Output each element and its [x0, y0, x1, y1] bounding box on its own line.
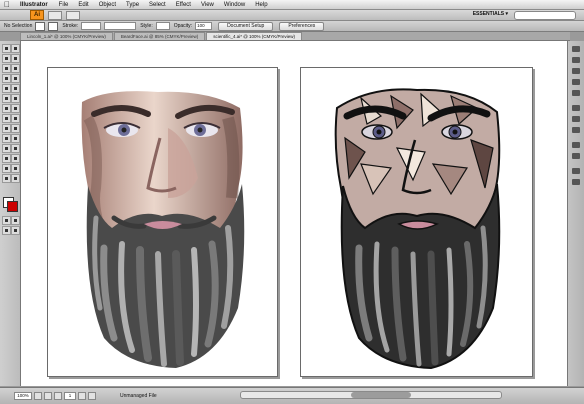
- layers-panel-icon[interactable]: [572, 168, 580, 174]
- panel-dock: [567, 41, 584, 386]
- tab-lincoln[interactable]: Lincoln_1.ai* @ 100% (CMYK/Preview): [20, 32, 113, 40]
- document-canvas[interactable]: [21, 41, 567, 386]
- style-label: Style:: [140, 23, 153, 29]
- document-tabs: Lincoln_1.ai* @ 100% (CMYK/Preview) Bear…: [20, 32, 570, 41]
- direct-selection-tool-icon[interactable]: [11, 44, 20, 53]
- menu-file[interactable]: File: [54, 2, 74, 8]
- preferences-button[interactable]: Preferences: [279, 21, 325, 31]
- arrange-documents-button[interactable]: [66, 10, 80, 20]
- apple-icon[interactable]: : [0, 0, 14, 9]
- stroke-label: Stroke:: [62, 23, 79, 29]
- selection-status: No Selection: [4, 23, 33, 29]
- zoom-menu-chevron-down-icon[interactable]: [34, 392, 42, 400]
- paintbrush-tool-icon[interactable]: [2, 84, 11, 93]
- line-tool-icon[interactable]: [2, 74, 11, 83]
- menu-bar:  Illustrator File Edit Object Type Sele…: [0, 0, 584, 10]
- graphic-styles-icon[interactable]: [572, 153, 580, 159]
- menu-window[interactable]: Window: [219, 2, 250, 8]
- pen-tool-icon[interactable]: [2, 64, 11, 73]
- gradient-mode-icon[interactable]: [11, 216, 20, 225]
- live-paint-tool-icon[interactable]: [2, 154, 11, 163]
- graph-tool-icon[interactable]: [11, 124, 20, 133]
- blob-brush-tool-icon[interactable]: [2, 94, 11, 103]
- artboard-tool-icon[interactable]: [2, 164, 11, 173]
- menu-view[interactable]: View: [196, 2, 219, 8]
- menu-effect[interactable]: Effect: [171, 2, 196, 8]
- color-mode-icon[interactable]: [2, 216, 11, 225]
- pencil-tool-icon[interactable]: [11, 84, 20, 93]
- tab-beardface[interactable]: BeardFace.ai @ 85% (CMYK/Preview): [113, 32, 206, 40]
- brushes-panel-icon[interactable]: [572, 79, 580, 85]
- color-guide-icon[interactable]: [572, 57, 580, 63]
- selection-tool-icon[interactable]: [2, 44, 11, 53]
- control-bar: No Selection Stroke: Style: Opacity: 100…: [0, 21, 584, 32]
- opacity-field[interactable]: 100: [195, 22, 213, 30]
- stroke-weight-field[interactable]: [81, 22, 102, 30]
- status-info[interactable]: Unmanaged File: [120, 393, 157, 399]
- appearance-panel-icon[interactable]: [572, 142, 580, 148]
- color-panel-icon[interactable]: [572, 46, 580, 52]
- artboards-panel-icon[interactable]: [572, 179, 580, 185]
- illustrator-logo: Ai: [30, 10, 44, 20]
- search-input[interactable]: [514, 11, 576, 20]
- swatches-panel-icon[interactable]: [572, 68, 580, 74]
- tools-panel: [0, 41, 21, 386]
- previous-artboard-button[interactable]: [54, 392, 62, 400]
- magic-wand-tool-icon[interactable]: [2, 54, 11, 63]
- artboard-left[interactable]: [47, 67, 278, 377]
- fill-swatch[interactable]: [35, 21, 46, 31]
- first-artboard-button[interactable]: [44, 392, 52, 400]
- next-artboard-button[interactable]: [78, 392, 86, 400]
- live-paint-selection-tool-icon[interactable]: [11, 154, 20, 163]
- mesh-tool-icon[interactable]: [2, 134, 11, 143]
- free-transform-tool-icon[interactable]: [11, 114, 20, 123]
- lasso-tool-icon[interactable]: [11, 54, 20, 63]
- last-artboard-button[interactable]: [88, 392, 96, 400]
- warp-tool-icon[interactable]: [2, 114, 11, 123]
- stroke-panel-icon[interactable]: [572, 105, 580, 111]
- symbols-panel-icon[interactable]: [572, 90, 580, 96]
- slice-tool-icon[interactable]: [11, 164, 20, 173]
- menu-help[interactable]: Help: [250, 2, 272, 8]
- menu-object[interactable]: Object: [94, 2, 121, 8]
- workspace-switcher[interactable]: ESSENTIALS ▾: [473, 11, 508, 17]
- horizontal-scrollbar[interactable]: [240, 391, 502, 399]
- painted-face-color: [81, 91, 245, 368]
- style-field[interactable]: [155, 22, 170, 30]
- gradient-tool-icon[interactable]: [11, 134, 20, 143]
- opacity-label: Opacity:: [173, 23, 193, 29]
- menu-select[interactable]: Select: [144, 2, 171, 8]
- painted-face-outlined: [334, 88, 501, 370]
- menu-edit[interactable]: Edit: [73, 2, 93, 8]
- screen-mode-icon[interactable]: [11, 226, 20, 235]
- stroke-swatch[interactable]: [48, 21, 59, 31]
- draw-normal-icon[interactable]: [2, 226, 11, 235]
- brush-definition-field[interactable]: [104, 22, 137, 30]
- hand-tool-icon[interactable]: [2, 174, 11, 183]
- rectangle-tool-icon[interactable]: [11, 74, 20, 83]
- document-setup-button[interactable]: Document Setup: [218, 21, 274, 31]
- transparency-panel-icon[interactable]: [572, 127, 580, 133]
- application-bar: Ai ESSENTIALS ▾: [0, 10, 584, 21]
- type-tool-icon[interactable]: [11, 64, 20, 73]
- scrollbar-thumb[interactable]: [351, 392, 411, 398]
- zoom-tool-icon[interactable]: [11, 174, 20, 183]
- gradient-panel-icon[interactable]: [572, 116, 580, 122]
- menu-app-name[interactable]: Illustrator: [14, 2, 54, 8]
- tab-scientific[interactable]: scientific_4.ai* @ 100% (CMYK/Preview): [206, 32, 303, 40]
- eraser-tool-icon[interactable]: [11, 94, 20, 103]
- eyedropper-tool-icon[interactable]: [2, 144, 11, 153]
- artboard-right[interactable]: [300, 67, 533, 377]
- menu-type[interactable]: Type: [121, 2, 144, 8]
- scale-tool-icon[interactable]: [11, 104, 20, 113]
- zoom-level-field[interactable]: 100%: [14, 392, 32, 400]
- stroke-color-icon[interactable]: [7, 201, 18, 212]
- rotate-tool-icon[interactable]: [2, 104, 11, 113]
- symbol-sprayer-tool-icon[interactable]: [2, 124, 11, 133]
- bridge-button[interactable]: [48, 10, 62, 20]
- blend-tool-icon[interactable]: [11, 144, 20, 153]
- artboard-number-field[interactable]: 1: [64, 392, 76, 400]
